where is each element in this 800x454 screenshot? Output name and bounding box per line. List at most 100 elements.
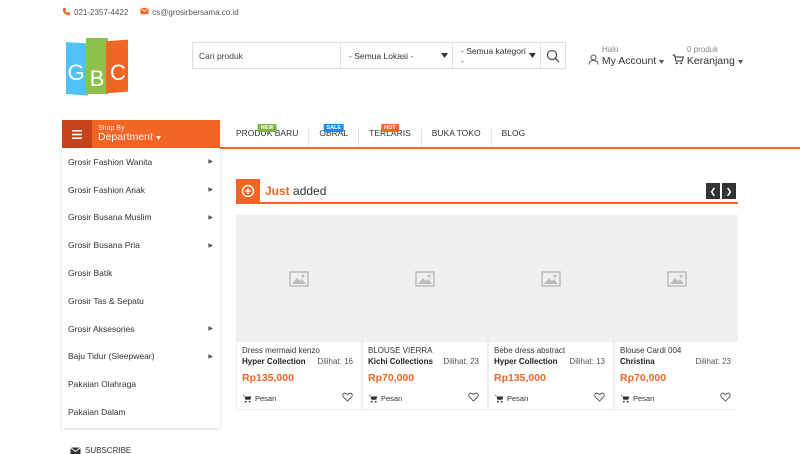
sidebar-item-olahraga[interactable]: Pakaian Olahraga bbox=[62, 370, 220, 398]
caret-down-icon bbox=[659, 60, 665, 64]
cart-menu[interactable]: 0 produk Keranjang bbox=[672, 45, 743, 67]
nav-produk-baru[interactable]: NEW PRODUK BARU bbox=[226, 124, 310, 147]
sidebar-item-label: Grosir Fashion Anak bbox=[68, 184, 146, 195]
sidebar-item-sleepwear[interactable]: Baju Tidur (Sleepwear) ▶ bbox=[62, 343, 220, 371]
department-small: Shop By bbox=[98, 125, 125, 132]
product-name[interactable]: Dress mermaid kenzo bbox=[242, 346, 320, 355]
product-image-placeholder[interactable] bbox=[489, 216, 613, 342]
sidebar-item-busana-pria[interactable]: Grosir Busana Pria ▶ bbox=[62, 231, 220, 259]
product-carousel: Dress mermaid kenzo Hyper Collection Dil… bbox=[236, 215, 738, 410]
top-contact-bar: 021-2357-4422 cs@grosirbersama.co.id bbox=[62, 6, 239, 18]
product-image-placeholder[interactable] bbox=[615, 216, 738, 342]
sidebar-item-label: Pakaian Dalam bbox=[68, 407, 126, 418]
product-card[interactable]: Dress mermaid kenzo Hyper Collection Dil… bbox=[236, 215, 362, 410]
sidebar-item-batik[interactable]: Grosir Batik bbox=[62, 259, 220, 287]
caret-down-icon bbox=[737, 60, 743, 64]
just-added-header: Just added ❮ ❯ bbox=[236, 179, 738, 204]
order-button[interactable]: Pesan bbox=[242, 394, 276, 403]
image-placeholder-icon bbox=[541, 271, 561, 287]
logo-letter-c: C bbox=[110, 60, 126, 85]
nav-blog[interactable]: BLOG bbox=[492, 127, 536, 147]
shop-name[interactable]: Hyper Collection bbox=[494, 357, 558, 366]
sidebar-item-fashion-anak[interactable]: Grosir Fashion Anak ▶ bbox=[62, 176, 220, 204]
site-logo[interactable]: G B C bbox=[66, 36, 130, 104]
product-card[interactable]: BLOUSE VIERRA Kichi Collections Dilihat:… bbox=[362, 215, 488, 410]
shop-name[interactable]: Christina bbox=[620, 357, 655, 366]
order-button[interactable]: Pesan bbox=[620, 394, 654, 403]
search-input[interactable]: Cari produk bbox=[193, 43, 341, 68]
product-image-placeholder[interactable] bbox=[237, 216, 361, 342]
section-title-rest: added bbox=[289, 184, 327, 198]
product-card[interactable]: Blouse Cardi 004 Christina Dilihat: 23 R… bbox=[614, 215, 738, 410]
chevron-left-icon: ❮ bbox=[709, 186, 717, 196]
sidebar-item-tas-sepatu[interactable]: Grosir Tas & Sepatu bbox=[62, 287, 220, 315]
product-price: Rp135,000 bbox=[494, 372, 546, 384]
wishlist-heart-icon[interactable] bbox=[594, 392, 605, 405]
product-name[interactable]: Bebe dress abstract bbox=[494, 346, 565, 355]
prev-arrow-button[interactable]: ❮ bbox=[706, 183, 720, 199]
order-label: Pesan bbox=[381, 394, 403, 403]
cart-icon bbox=[494, 394, 504, 403]
nav-obral[interactable]: SALE OBRAL bbox=[309, 124, 360, 147]
chevron-right-icon: ▶ bbox=[208, 214, 213, 221]
shop-by-department-button[interactable]: Shop By Department bbox=[62, 120, 220, 148]
email-contact[interactable]: cs@grosirbersama.co.id bbox=[140, 7, 239, 17]
sidebar-item-label: Baju Tidur (Sleepwear) bbox=[68, 351, 155, 362]
next-arrow-button[interactable]: ❯ bbox=[722, 183, 736, 199]
order-button[interactable]: Pesan bbox=[494, 394, 528, 403]
sidebar-item-pakaian-dalam[interactable]: Pakaian Dalam bbox=[62, 398, 220, 426]
location-select[interactable]: - Semua Lokasi - bbox=[341, 43, 453, 68]
image-placeholder-icon bbox=[289, 271, 309, 287]
product-price: Rp70,000 bbox=[368, 372, 415, 384]
main-nav: NEW PRODUK BARU SALE OBRAL HOT TERLARIS … bbox=[226, 119, 535, 147]
my-account-menu[interactable]: Halo My Account bbox=[588, 45, 665, 67]
sidebar-item-fashion-wanita[interactable]: Grosir Fashion Wanita ▶ bbox=[62, 148, 220, 176]
category-select-value: - Semua kategori - bbox=[461, 45, 526, 66]
wishlist-heart-icon[interactable] bbox=[468, 392, 479, 405]
search-button[interactable] bbox=[541, 43, 565, 68]
account-text: Halo My Account bbox=[588, 45, 665, 67]
department-sidebar: Grosir Fashion Wanita ▶ Grosir Fashion An… bbox=[62, 148, 220, 428]
cart-count: 0 produk bbox=[687, 45, 719, 54]
carousel-arrows: ❮ ❯ bbox=[706, 183, 736, 199]
sidebar-item-busana-muslim[interactable]: Grosir Busana Muslim ▶ bbox=[62, 204, 220, 232]
account-label: My Account bbox=[601, 55, 657, 67]
chevron-right-icon: ▶ bbox=[208, 159, 213, 166]
category-select[interactable]: - Semua kategori - bbox=[453, 43, 541, 68]
section-title-highlight: Just bbox=[265, 184, 290, 198]
product-image-placeholder[interactable] bbox=[363, 216, 487, 342]
sidebar-item-aksesories[interactable]: Grosir Aksesories ▶ bbox=[62, 315, 220, 343]
nav-terlaris[interactable]: HOT TERLARIS bbox=[359, 124, 422, 147]
shop-name[interactable]: Hyper Collection bbox=[242, 357, 306, 366]
order-button[interactable]: Pesan bbox=[368, 394, 402, 403]
nav-buka-toko[interactable]: BUKA TOKO bbox=[422, 127, 492, 147]
chevron-right-icon: ▶ bbox=[208, 187, 213, 194]
image-placeholder-icon bbox=[415, 271, 435, 287]
cart-text: 0 produk Keranjang bbox=[672, 45, 743, 67]
account-label-row: My Account bbox=[588, 54, 665, 67]
product-name[interactable]: BLOUSE VIERRA bbox=[368, 346, 432, 355]
order-label: Pesan bbox=[255, 394, 277, 403]
sidebar-item-label: Grosir Busana Pria bbox=[68, 240, 140, 251]
search-placeholder: Cari produk bbox=[199, 50, 243, 61]
phone-contact[interactable]: 021-2357-4422 bbox=[62, 7, 128, 18]
product-card[interactable]: Bebe dress abstract Hyper Collection Dil… bbox=[488, 215, 614, 410]
chevron-right-icon: ▶ bbox=[208, 326, 213, 333]
sidebar-item-label: Grosir Fashion Wanita bbox=[68, 156, 153, 167]
cart-icon bbox=[242, 394, 252, 403]
wishlist-heart-icon[interactable] bbox=[720, 392, 731, 405]
sidebar-item-label: Grosir Aksesories bbox=[68, 323, 135, 334]
mail-icon bbox=[70, 446, 81, 454]
product-price: Rp135,000 bbox=[242, 372, 294, 384]
cart-icon bbox=[368, 394, 378, 403]
nav-label: BUKA TOKO bbox=[431, 128, 481, 138]
chevron-right-icon: ▶ bbox=[208, 353, 213, 360]
hamburger-icon bbox=[62, 120, 92, 148]
cart-icon bbox=[672, 54, 684, 65]
sidebar-item-label: Grosir Busana Muslim bbox=[68, 212, 152, 223]
shop-name[interactable]: Kichi Collections bbox=[368, 357, 433, 366]
view-count: Dilihat: 23 bbox=[695, 357, 731, 366]
product-name[interactable]: Blouse Cardi 004 bbox=[620, 346, 681, 355]
image-placeholder-icon bbox=[667, 271, 687, 287]
wishlist-heart-icon[interactable] bbox=[342, 392, 353, 405]
